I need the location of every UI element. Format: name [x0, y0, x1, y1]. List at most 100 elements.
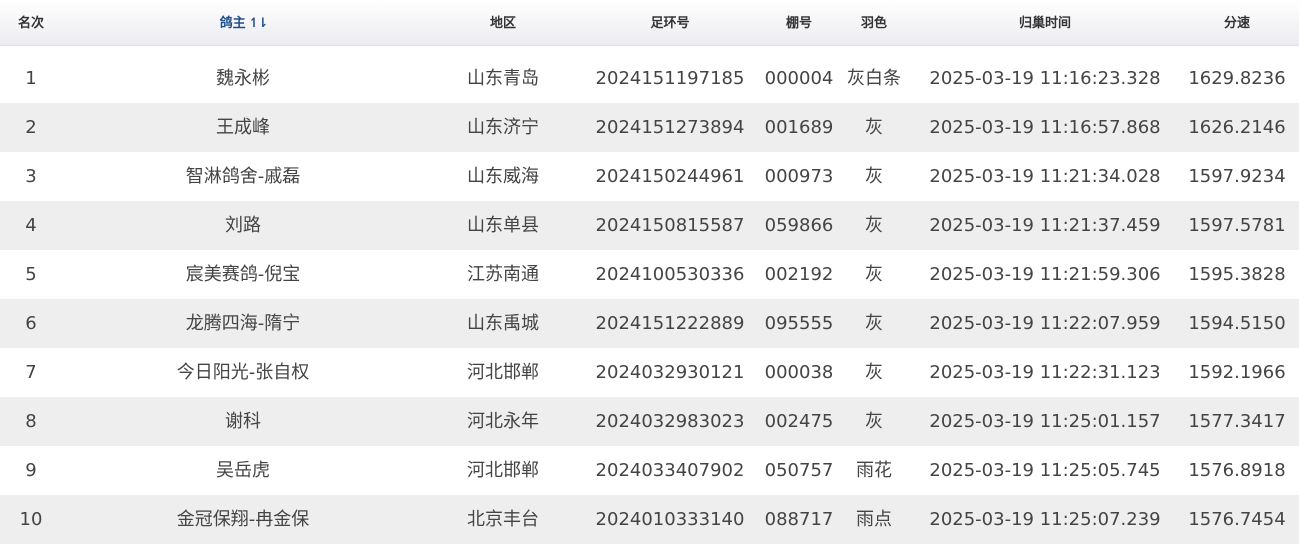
header-rank[interactable]: 名次 — [0, 0, 62, 45]
cell-feather: 灰 — [865, 411, 883, 432]
table-row[interactable]: 5 宸美赛鸽-倪宝 江苏南通 2024100530336 002192 灰 2025-03-… — [0, 250, 1299, 299]
cell-rank: 4 — [25, 215, 37, 236]
cell-region: 山东威海 — [467, 166, 539, 187]
cell-arrival: 2025-03-19 11:25:01.157 — [929, 411, 1161, 432]
cell-speed: 1629.8236 — [1188, 68, 1286, 89]
cell-feather: 灰 — [865, 313, 883, 334]
table-row[interactable]: 1 魏永彬 山东青岛 2024151197185 000004 灰白条 2025-03-19… — [0, 54, 1299, 103]
cell-arrival: 2025-03-19 11:21:34.028 — [929, 166, 1161, 187]
cell-feather: 灰 — [865, 166, 883, 187]
cell-region: 江苏南通 — [467, 264, 539, 285]
cell-arrival: 2025-03-19 11:21:59.306 — [929, 264, 1161, 285]
header-speed[interactable]: 分速 — [1180, 0, 1294, 45]
cell-rank: 8 — [25, 411, 37, 432]
header-feather[interactable]: 羽色 — [840, 0, 908, 45]
table-row[interactable]: 3 智淋鸽舍-戚磊 山东威海 2024150244961 000973 灰 2025-03-… — [0, 152, 1299, 201]
cell-speed: 1594.5150 — [1188, 313, 1286, 334]
cell-shed: 059866 — [764, 215, 834, 236]
cell-ring: 2024150244961 — [595, 166, 745, 187]
cell-owner: 刘路 — [225, 215, 261, 236]
cell-ring: 2024151222889 — [595, 313, 745, 334]
cell-region: 河北邯郸 — [467, 460, 539, 481]
cell-ring: 2024032983023 — [595, 411, 745, 432]
cell-ring: 2024151197185 — [595, 68, 745, 89]
cell-rank: 10 — [19, 509, 43, 530]
cell-owner: 魏永彬 — [216, 68, 270, 89]
cell-region: 河北邯郸 — [467, 362, 539, 383]
cell-feather: 灰 — [865, 264, 883, 285]
sort-toggle-icon[interactable]: ↿⇂ — [249, 0, 269, 48]
cell-feather: 灰 — [865, 215, 883, 236]
cell-shed: 001689 — [764, 117, 834, 138]
cell-region: 山东济宁 — [467, 117, 539, 138]
cell-speed: 1592.1966 — [1188, 362, 1286, 383]
table-row[interactable]: 8 谢科 河北永年 2024032983023 002475 灰 2025-03-19 11… — [0, 397, 1299, 446]
cell-shed: 050757 — [764, 460, 834, 481]
header-owner[interactable]: 鸽主 ↿⇂ — [180, 0, 306, 45]
table-row[interactable]: 6 龙腾四海-隋宁 山东禹城 2024151222889 095555 灰 2025-03-… — [0, 299, 1299, 348]
table-row[interactable]: 2 王成峰 山东济宁 2024151273894 001689 灰 2025-03-19 1… — [0, 103, 1299, 152]
cell-speed: 1597.9234 — [1188, 166, 1286, 187]
header-ring[interactable]: 足环号 — [595, 0, 745, 45]
cell-owner: 吴岳虎 — [216, 460, 270, 481]
cell-speed: 1577.3417 — [1188, 411, 1286, 432]
cell-arrival: 2025-03-19 11:16:23.328 — [929, 68, 1161, 89]
cell-rank: 7 — [25, 362, 37, 383]
cell-shed: 088717 — [764, 509, 834, 530]
cell-arrival: 2025-03-19 11:25:05.745 — [929, 460, 1161, 481]
header-arrival[interactable]: 归巢时间 — [925, 0, 1165, 45]
cell-owner: 谢科 — [225, 411, 261, 432]
cell-feather: 雨花 — [856, 460, 892, 481]
cell-arrival: 2025-03-19 11:21:37.459 — [929, 215, 1161, 236]
cell-region: 山东青岛 — [467, 68, 539, 89]
table-row[interactable]: 7 今日阳光-张自权 河北邯郸 2024032930121 000038 灰 2025-03… — [0, 348, 1299, 397]
cell-ring: 2024033407902 — [595, 460, 745, 481]
table-row[interactable]: 4 刘路 山东单县 2024150815587 059866 灰 2025-03-19 11… — [0, 201, 1299, 250]
cell-shed: 002475 — [764, 411, 834, 432]
cell-rank: 1 — [25, 68, 37, 89]
cell-arrival: 2025-03-19 11:22:07.959 — [929, 313, 1161, 334]
cell-owner: 王成峰 — [216, 117, 270, 138]
cell-feather: 灰 — [865, 117, 883, 138]
cell-owner: 宸美赛鸽-倪宝 — [185, 264, 301, 285]
cell-rank: 3 — [25, 166, 37, 187]
cell-feather: 灰 — [865, 362, 883, 383]
cell-arrival: 2025-03-19 11:25:07.239 — [929, 509, 1161, 530]
cell-shed: 002192 — [764, 264, 834, 285]
cell-speed: 1595.3828 — [1188, 264, 1286, 285]
cell-feather: 灰白条 — [847, 68, 901, 89]
cell-rank: 2 — [25, 117, 37, 138]
cell-shed: 095555 — [764, 313, 834, 334]
table-row[interactable]: 10 金冠保翔-冉金保 北京丰台 2024010333140 088717 雨点 2025-… — [0, 495, 1299, 544]
cell-owner: 龙腾四海-隋宁 — [185, 313, 301, 334]
cell-ring: 2024151273894 — [595, 117, 745, 138]
cell-rank: 9 — [25, 460, 37, 481]
cell-ring: 2024100530336 — [595, 264, 745, 285]
cell-owner: 智淋鸽舍-戚磊 — [185, 166, 301, 187]
cell-speed: 1626.2146 — [1188, 117, 1286, 138]
header-owner-label: 鸽主 — [219, 16, 246, 31]
cell-owner: 今日阳光-张自权 — [176, 362, 310, 383]
cell-rank: 6 — [25, 313, 37, 334]
results-table: 名次 鸽主 ↿⇂ 地区 足环号 棚号 羽色 归巢时间 分速 1 魏永彬 山东青岛 202… — [0, 0, 1299, 547]
cell-speed: 1597.5781 — [1188, 215, 1286, 236]
cell-ring: 2024150815587 — [595, 215, 745, 236]
cell-shed: 000038 — [764, 362, 834, 383]
cell-rank: 5 — [25, 264, 37, 285]
table-row[interactable]: 9 吴岳虎 河北邯郸 2024033407902 050757 雨花 2025-03-19 … — [0, 446, 1299, 495]
cell-speed: 1576.8918 — [1188, 460, 1286, 481]
cell-arrival: 2025-03-19 11:16:57.868 — [929, 117, 1161, 138]
cell-arrival: 2025-03-19 11:22:31.123 — [929, 362, 1161, 383]
cell-region: 山东单县 — [467, 215, 539, 236]
header-shed[interactable]: 棚号 — [762, 0, 836, 45]
header-region[interactable]: 地区 — [445, 0, 561, 45]
cell-ring: 2024032930121 — [595, 362, 745, 383]
cell-shed: 000973 — [764, 166, 834, 187]
cell-region: 山东禹城 — [467, 313, 539, 334]
cell-region: 北京丰台 — [467, 509, 539, 530]
cell-owner: 金冠保翔-冉金保 — [176, 509, 310, 530]
cell-speed: 1576.7454 — [1188, 509, 1286, 530]
cell-shed: 000004 — [764, 68, 834, 89]
table-header: 名次 鸽主 ↿⇂ 地区 足环号 棚号 羽色 归巢时间 分速 — [0, 0, 1299, 46]
cell-ring: 2024010333140 — [595, 509, 745, 530]
